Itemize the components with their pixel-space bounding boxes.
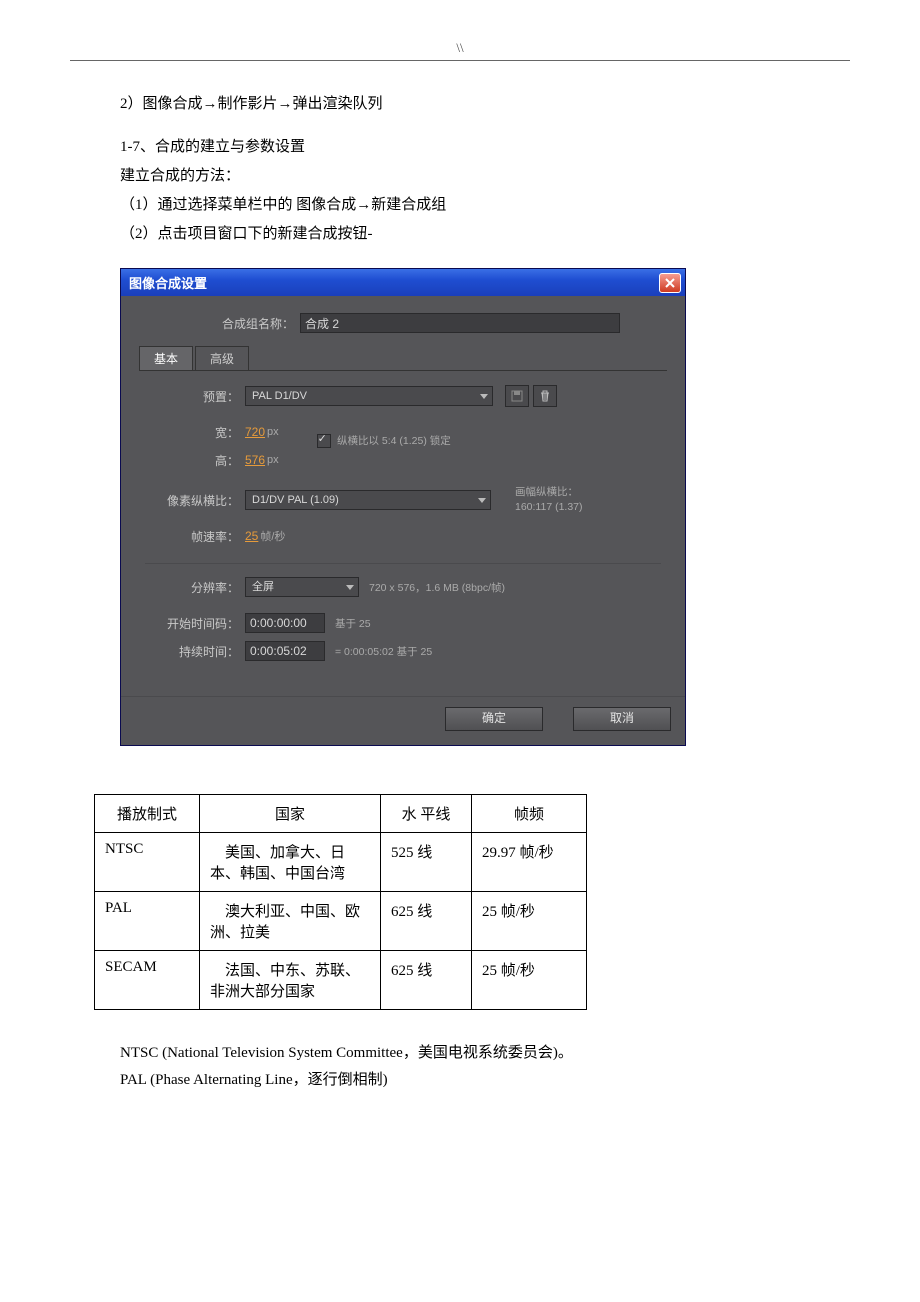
preset-value: PAL D1/DV [252,390,307,402]
start-timecode-input[interactable] [245,613,325,633]
th-country: 国家 [200,795,381,833]
resolution-value: 全屏 [252,581,274,593]
header-mark: \\ [70,40,850,56]
height-unit: px [267,454,279,466]
trash-icon [539,390,551,402]
par-label: 像素纵横比： [145,492,245,509]
duration-input[interactable] [245,641,325,661]
footnote-line: NTSC (National Television System Committ… [120,1040,850,1067]
save-icon [511,390,523,402]
document-text: 2）图像合成→制作影片→弹出渲染队列 1-7、合成的建立与参数设置 建立合成的方… [70,91,850,248]
table-row: NTSC 美国、加拿大、日本、韩国、中国台湾 525 线 29.97 帧/秒 [95,833,587,892]
save-preset-button[interactable] [505,385,529,407]
resolution-select[interactable]: 全屏 [245,577,359,597]
table-row: PAL 澳大利亚、中国、欧洲、拉美 625 线 25 帧/秒 [95,892,587,951]
frame-ratio-note: 画幅纵横比： 160:117 (1.37) [515,485,583,514]
footnote: NTSC (National Television System Committ… [70,1040,850,1094]
delete-preset-button[interactable] [533,385,557,407]
dialog-titlebar[interactable]: 图像合成设置 [121,269,685,296]
table-row: SECAM 法国、中东、苏联、非洲大部分国家 625 线 25 帧/秒 [95,951,587,1010]
close-button[interactable] [659,273,681,293]
width-unit: px [267,426,279,438]
close-icon [665,278,675,288]
dialog-title: 图像合成设置 [129,273,207,292]
resolution-info: 720 x 576，1.6 MB (8bpc/帧) [369,580,505,595]
start-timecode-label: 开始时间码： [145,615,245,632]
th-lines: 水 平线 [381,795,472,833]
th-fps: 帧频 [472,795,587,833]
composition-settings-dialog: 图像合成设置 合成组名称： 基本 高级 预置： [120,268,686,746]
preset-label: 预置： [145,388,245,405]
doc-line: 建立合成的方法： [120,163,830,190]
width-label: 宽： [145,424,245,441]
width-input[interactable]: 720 [245,425,265,439]
tab-advanced[interactable]: 高级 [195,346,249,370]
preset-select[interactable]: PAL D1/DV [245,386,493,406]
footnote-line: PAL (Phase Alternating Line，逐行倒相制) [120,1067,850,1094]
format-table: 播放制式 国家 水 平线 帧频 NTSC 美国、加拿大、日本、韩国、中国台湾 5… [94,794,587,1010]
doc-line: （2）点击项目窗口下的新建合成按钮- [120,221,830,248]
comp-name-input[interactable] [300,313,620,333]
height-label: 高： [145,452,245,469]
resolution-label: 分辨率： [145,579,245,596]
doc-line: （1）通过选择菜单栏中的 图像合成→新建合成组 [120,192,830,219]
tab-basic[interactable]: 基本 [139,346,193,370]
lock-ratio-checkbox[interactable] [317,434,331,448]
doc-line: 1-7、合成的建立与参数设置 [120,134,830,161]
comp-name-label: 合成组名称： [139,315,300,332]
lock-ratio-label: 纵横比以 5:4 (1.25) 锁定 [337,435,451,447]
fps-input[interactable]: 25 [245,529,258,543]
duration-hint: = 0:00:05:02 基于 25 [335,644,432,659]
height-input[interactable]: 576 [245,453,265,467]
header-rule [70,60,850,61]
cancel-button[interactable]: 取消 [573,707,671,731]
par-select[interactable]: D1/DV PAL (1.09) [245,490,491,510]
start-timecode-hint: 基于 25 [335,616,371,631]
duration-label: 持续时间： [145,643,245,660]
fps-unit: 帧/秒 [260,528,285,544]
ok-button[interactable]: 确定 [445,707,543,731]
par-value: D1/DV PAL (1.09) [252,494,339,506]
th-format: 播放制式 [95,795,200,833]
doc-line: 2）图像合成→制作影片→弹出渲染队列 [120,91,830,118]
fps-label: 帧速率： [145,528,245,545]
